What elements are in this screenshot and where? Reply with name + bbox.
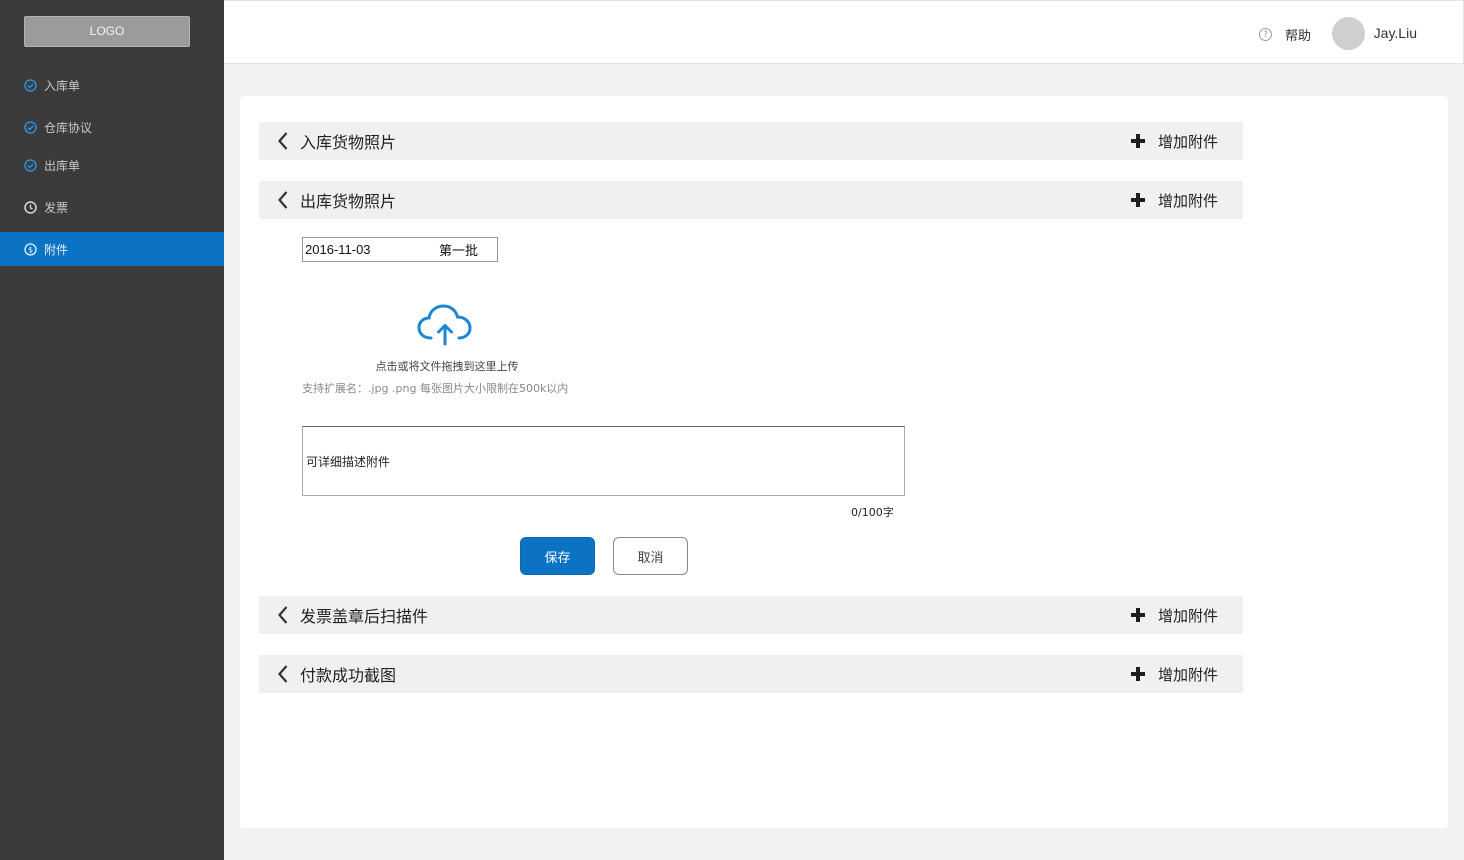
add-attachment-button[interactable]: 增加附件 [1130,655,1218,693]
sidebar-item-outbound-order[interactable]: 出库单 [0,148,224,182]
section-title: 入库货物照片 [300,133,397,152]
add-attachment-label: 增加附件 [1157,132,1218,151]
save-button[interactable]: 保存 [520,537,595,575]
section-payment-screenshot[interactable]: 付款成功截图 增加附件 [259,655,1243,693]
add-attachment-button[interactable]: 增加附件 [1130,181,1218,219]
add-attachment-button[interactable]: 增加附件 [1130,596,1218,634]
upload-limit: 支持扩展名：.jpg .png 每张图片大小限制在500k以内 [302,382,569,395]
sidebar-item-label: 入库单 [44,78,81,93]
top-header: ? 帮助 Jay.Liu [224,0,1464,64]
batch-date: 2016-11-03 [305,242,371,257]
question-icon: ? [1258,28,1272,41]
add-attachment-label: 增加附件 [1157,191,1218,210]
svg-text:$: $ [28,245,33,254]
add-attachment-button[interactable]: 增加附件 [1130,122,1218,160]
logo: LOGO [24,16,190,47]
sidebar-item-label: 出库单 [44,158,81,173]
plus-icon [1130,134,1145,148]
sidebar-item-label: 仓库协议 [44,120,93,135]
upload-hint: 点击或将文件拖拽到这里上传 [375,360,519,373]
section-title: 发票盖章后扫描件 [300,607,429,626]
chevron-left-icon[interactable] [277,189,291,211]
section-title: 付款成功截图 [300,666,397,685]
description-placeholder: 可详细描述附件 [306,454,391,469]
sidebar-item-attachments[interactable]: $ 附件 [0,232,224,266]
check-circle-icon [24,120,37,134]
char-counter: 0/100字 [851,506,894,519]
batch-label: 第一批 [439,243,479,258]
main-card: 入库货物照片 增加附件 出库货物照片 增加附件 2016-11-03 第一批 点… [240,96,1448,828]
check-circle-icon [24,158,37,172]
user-name[interactable]: Jay.Liu [1374,25,1417,41]
description-textarea[interactable]: 可详细描述附件 [302,426,905,496]
section-outbound-photos[interactable]: 出库货物照片 增加附件 [259,181,1243,219]
add-attachment-label: 增加附件 [1157,665,1218,684]
section-title: 出库货物照片 [300,192,397,211]
help-link[interactable]: ? 帮助 [1258,25,1311,44]
section-invoice-scan[interactable]: 发票盖章后扫描件 增加附件 [259,596,1243,634]
clock-icon [24,200,37,214]
plus-icon [1130,193,1145,207]
batch-selector[interactable]: 2016-11-03 第一批 [302,237,498,262]
plus-icon [1130,608,1145,622]
avatar[interactable] [1332,17,1365,50]
section-inbound-photos[interactable]: 入库货物照片 增加附件 [259,122,1243,160]
check-circle-icon [24,78,37,92]
cloud-upload-icon[interactable] [417,302,473,346]
chevron-left-icon[interactable] [277,604,291,626]
cancel-button[interactable]: 取消 [613,537,688,575]
chevron-left-icon[interactable] [277,130,291,152]
help-label: 帮助 [1284,29,1311,44]
chevron-left-icon[interactable] [277,663,291,685]
sidebar-item-warehouse-agreement[interactable]: 仓库协议 [0,110,224,144]
add-attachment-label: 增加附件 [1157,606,1218,625]
sidebar-item-inbound-order[interactable]: 入库单 [0,68,224,102]
sidebar-item-invoice[interactable]: 发票 [0,190,224,224]
sidebar-item-label: 发票 [44,200,69,215]
sidebar: LOGO 入库单 仓库协议 出库单 发票 $ 附件 [0,0,224,860]
dollar-circle-icon: $ [24,242,37,256]
plus-icon [1130,667,1145,681]
sidebar-item-label: 附件 [44,242,69,257]
